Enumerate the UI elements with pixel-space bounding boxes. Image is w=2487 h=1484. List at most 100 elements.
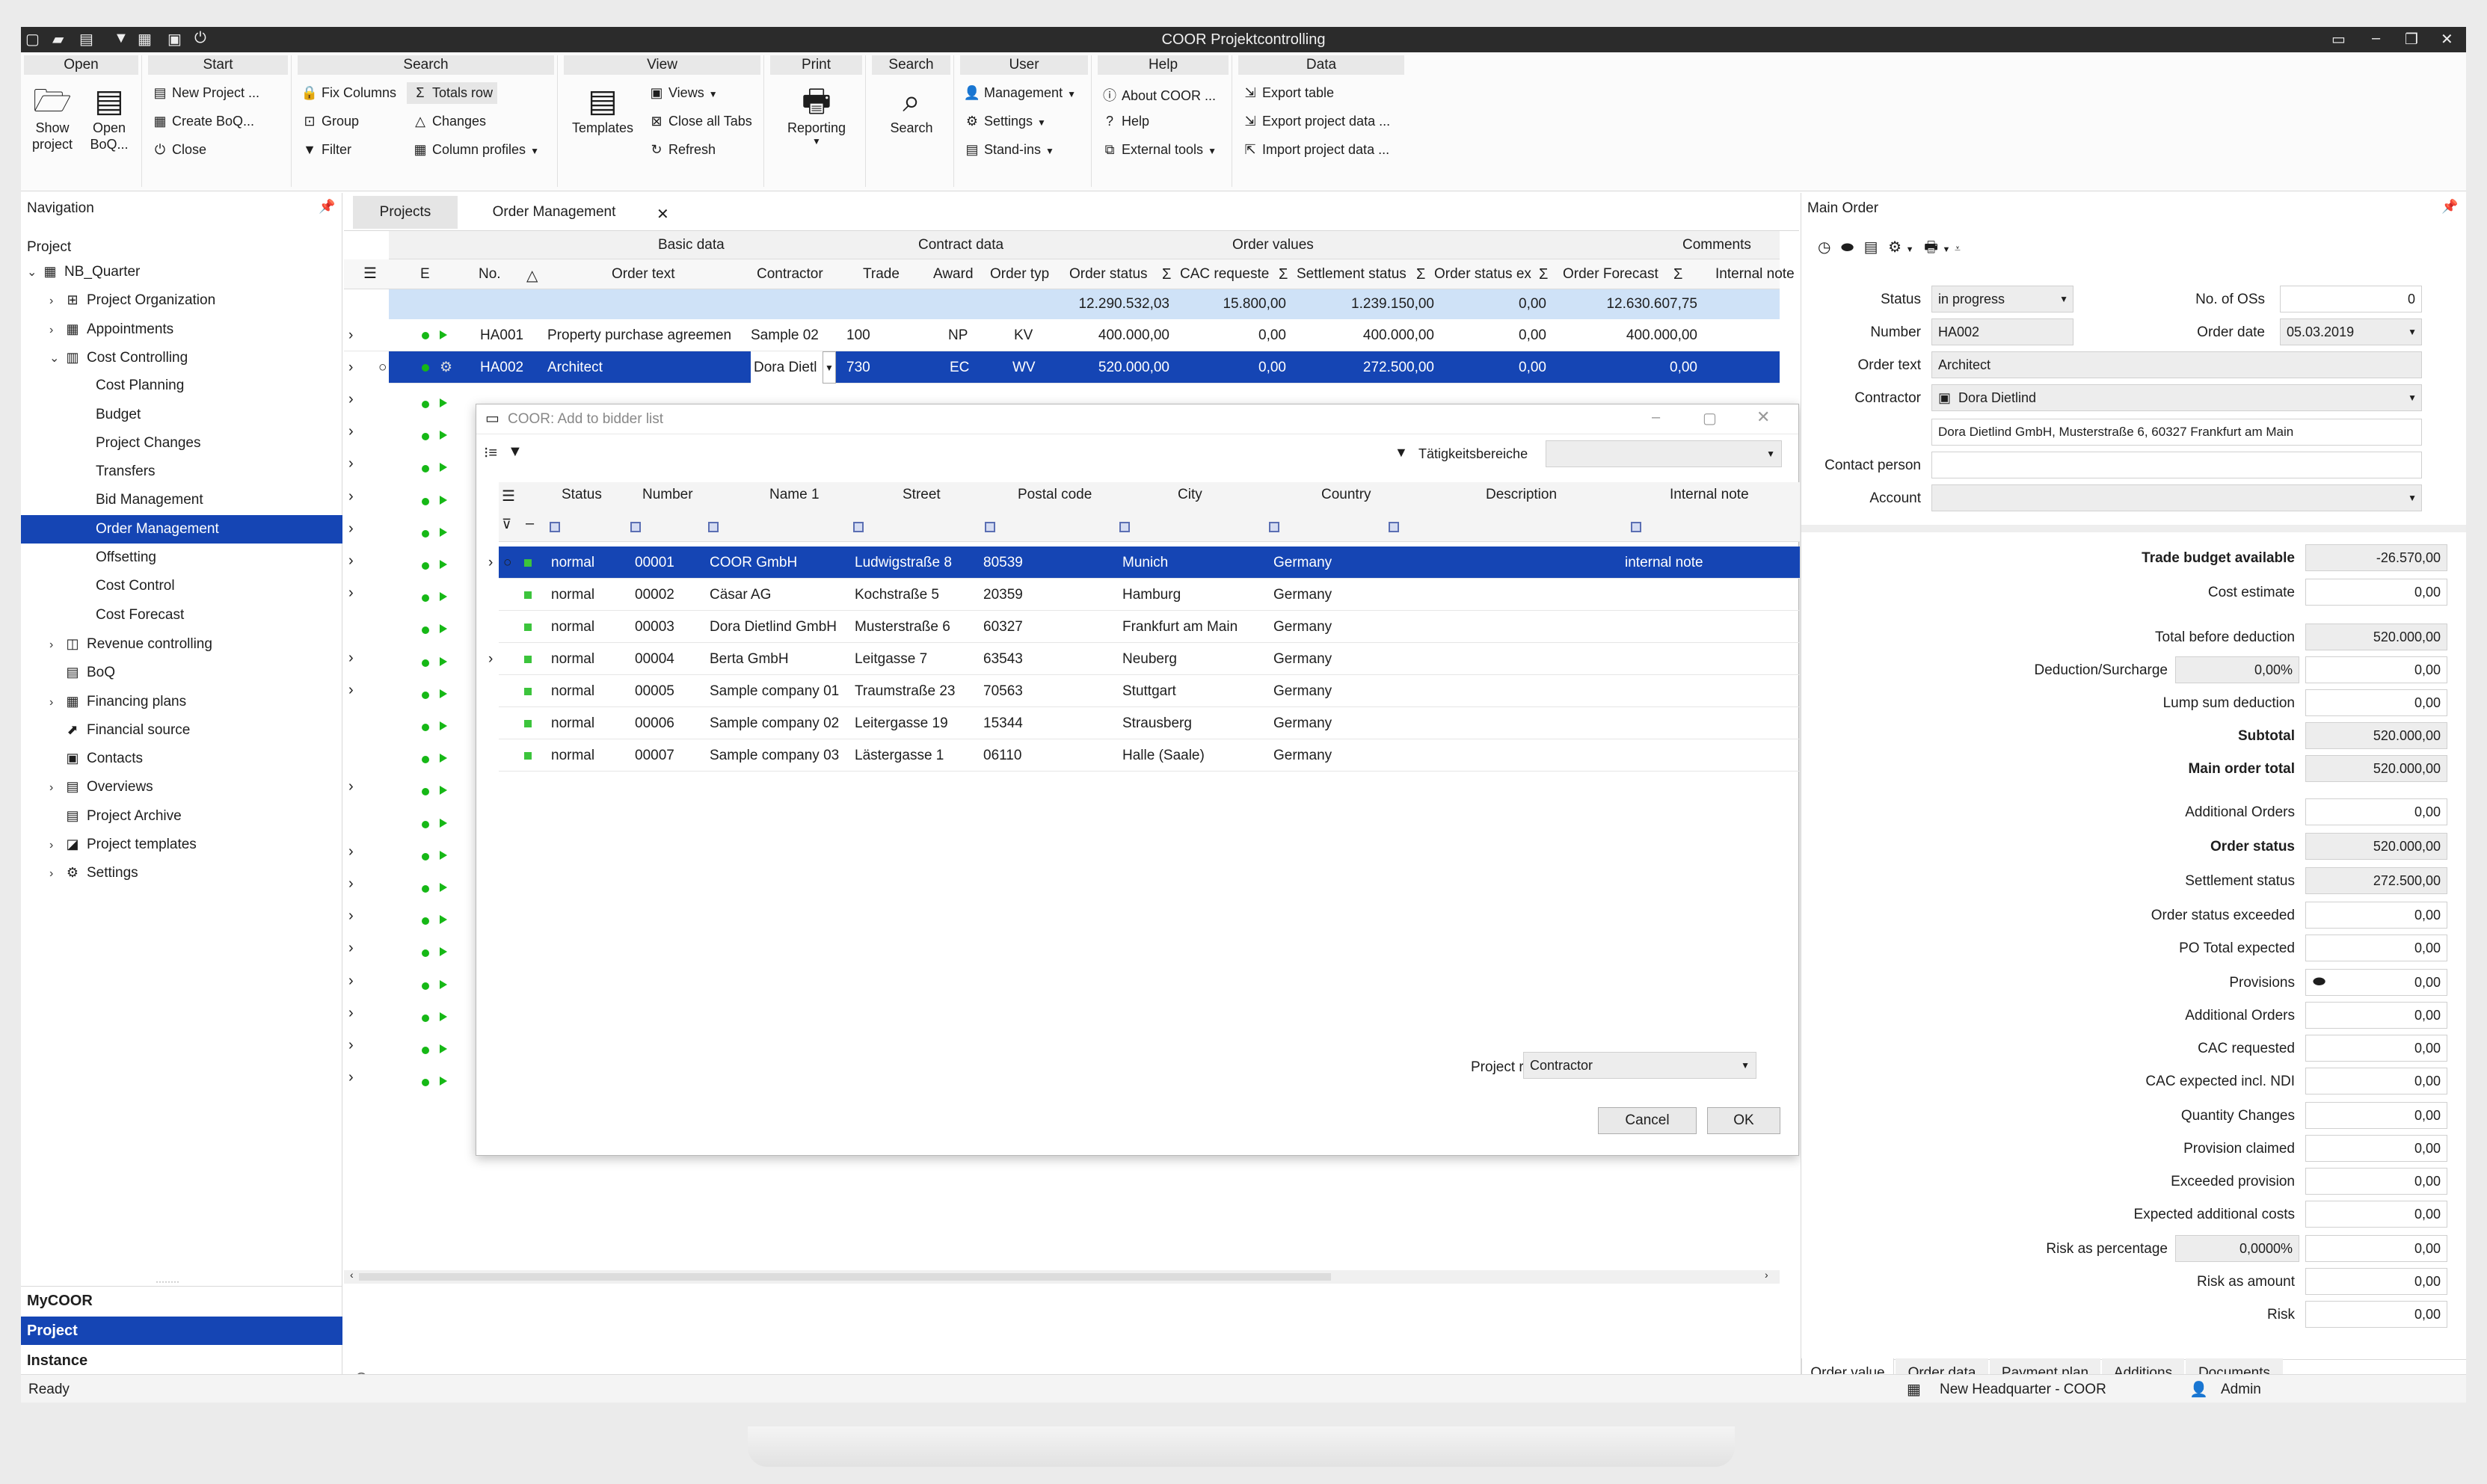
expand-icon[interactable]: › — [49, 689, 64, 717]
value-field[interactable]: 0,00 — [2305, 969, 2447, 996]
nav-item-bid-management[interactable]: Bid Management — [21, 486, 342, 514]
calculator-icon[interactable]: ▤ — [1864, 239, 1878, 256]
value-field[interactable]: 520.000,00 — [2305, 624, 2447, 650]
reporting-button[interactable]: 🖶 Reporting ▼ — [775, 82, 858, 147]
scrollbar-thumb[interactable] — [359, 1273, 1331, 1281]
value-field[interactable]: 272.500,00 — [2305, 867, 2447, 894]
value-field[interactable]: 520.000,00 — [2305, 833, 2447, 860]
expand-icon[interactable]: › — [49, 287, 64, 315]
views-button[interactable]: ▣ Views ▼ — [648, 85, 717, 101]
expand-icon[interactable]: › — [348, 423, 354, 440]
row-marker[interactable] — [344, 804, 449, 836]
expand-icon[interactable]: › — [348, 488, 354, 505]
value-field[interactable]: 0,00 — [2305, 656, 2447, 683]
col-no[interactable]: No. — [479, 266, 501, 283]
expand-icon[interactable]: › — [348, 351, 353, 384]
row-marker[interactable]: › — [344, 642, 449, 674]
expand-icon[interactable]: › — [348, 1005, 354, 1022]
col-order-forecast[interactable]: Order Forecast — [1563, 266, 1658, 283]
row-marker[interactable]: › — [344, 997, 449, 1029]
form-splitter[interactable] — [1801, 525, 2466, 532]
minimize-icon[interactable]: – — [2372, 30, 2380, 47]
status-select[interactable]: in progress ▼ — [1931, 286, 2073, 312]
value-field[interactable]: 0,00 — [2305, 1268, 2447, 1295]
footer-mycoor[interactable]: MyCOOR — [27, 1293, 93, 1310]
tree-view-icon[interactable]: ⁝≡ — [484, 443, 497, 462]
expand-icon[interactable]: › — [49, 774, 64, 802]
order-text-field[interactable]: Architect — [1931, 351, 2422, 378]
filter-cell-icon[interactable] — [853, 518, 864, 535]
nav-item-revenue-controlling[interactable]: › ◫ Revenue controlling — [21, 629, 342, 658]
footer-instance[interactable]: Instance — [27, 1352, 87, 1370]
export-project-data-button[interactable]: ⇲ Export project data ... — [1241, 114, 1390, 129]
filter-cell-icon[interactable] — [985, 518, 995, 535]
external-tools-button[interactable]: ⧉ External tools ▼ — [1101, 142, 1217, 158]
account-select[interactable]: ▼ — [1931, 484, 2422, 511]
expand-icon[interactable]: › — [49, 631, 64, 659]
filter-cell-icon[interactable] — [1269, 518, 1279, 535]
value-field[interactable]: 0,00 — [2305, 798, 2447, 825]
nav-item-boq[interactable]: ▤ BoQ — [21, 658, 342, 686]
expand-icon[interactable]: › — [348, 552, 354, 570]
value-field[interactable]: 0,00 — [2305, 1201, 2447, 1228]
row-marker[interactable]: › — [344, 577, 449, 609]
col-contractor[interactable]: Contractor — [757, 266, 823, 283]
nav-item-cost-forecast[interactable]: Cost Forecast — [21, 601, 342, 629]
pin-icon[interactable]: 📌 — [2441, 199, 2458, 215]
minus-icon[interactable]: – — [526, 515, 534, 532]
row-marker[interactable]: › — [344, 416, 449, 448]
chevron-down-icon[interactable]: ▼ — [1943, 245, 1951, 254]
nav-item-order-management[interactable]: Order Management — [21, 514, 342, 544]
scroll-left-icon[interactable]: ‹ — [350, 1269, 354, 1281]
value-field[interactable]: 0,00 — [2305, 1235, 2447, 1262]
tab-projects[interactable]: Projects — [353, 196, 458, 229]
percent-field[interactable]: 0,00% — [2175, 656, 2299, 683]
filter-cell-icon[interactable] — [1119, 518, 1130, 535]
row-marker[interactable]: › — [344, 448, 449, 480]
stand-ins-button[interactable]: ▤ Stand-ins ▼ — [963, 142, 1054, 158]
col-settlement-status[interactable]: Settlement status — [1297, 266, 1407, 283]
maximize-icon[interactable]: ❐ — [2405, 30, 2418, 49]
row-marker[interactable]: › — [344, 868, 449, 900]
filter-clear-icon[interactable]: ⊽ — [502, 517, 511, 532]
chevron-down-icon[interactable]: ▼ — [1906, 245, 1914, 254]
col-city[interactable]: City — [1178, 487, 1202, 503]
col-country[interactable]: Country — [1321, 487, 1371, 503]
nav-item-contacts[interactable]: ▣ Contacts — [21, 744, 342, 772]
cell-contractor-editor[interactable]: Dora Dietl — [751, 351, 823, 384]
expand-icon[interactable]: › — [348, 455, 354, 472]
row-marker[interactable]: › — [344, 1062, 449, 1094]
maximize-icon[interactable]: ▢ — [1703, 409, 1717, 428]
row-marker[interactable]: › — [344, 932, 449, 964]
scroll-right-icon[interactable]: › — [1765, 1269, 1768, 1281]
nav-item-financial-source[interactable]: ⬈ Financial source — [21, 715, 342, 744]
cancel-button[interactable]: Cancel — [1598, 1107, 1697, 1134]
col-postal-code[interactable]: Postal code — [1018, 487, 1092, 503]
row-marker[interactable] — [344, 609, 449, 641]
help-button[interactable]: ? Help — [1101, 114, 1149, 129]
collapse-icon[interactable]: ⌄ — [49, 345, 64, 373]
expand-icon[interactable]: › — [348, 1069, 354, 1086]
totals-row-button[interactable]: Σ Totals row — [407, 82, 498, 104]
number-field[interactable]: HA002 — [1931, 318, 2073, 345]
expand-icon[interactable]: › — [348, 585, 354, 602]
expand-icon[interactable]: › — [348, 778, 354, 795]
settings-button[interactable]: ⚙ Settings ▼ — [963, 114, 1046, 129]
coin-icon[interactable]: ⬬ — [1841, 239, 1854, 256]
order-date-field[interactable]: 05.03.2019 ▼ — [2280, 318, 2422, 345]
no-of-os-field[interactable]: 0 — [2280, 286, 2422, 312]
export-table-button[interactable]: ⇲ Export table — [1241, 85, 1334, 101]
row-marker[interactable]: › — [344, 771, 449, 803]
create-boq-button[interactable]: ▦ Create BoQ... — [151, 114, 254, 129]
filter-cell-icon[interactable] — [1631, 518, 1641, 535]
filter-icon[interactable]: ▼ — [508, 443, 523, 461]
filter-clear-icon[interactable]: ▼ — [1395, 445, 1408, 461]
collapse-icon[interactable]: ⌄ — [27, 259, 42, 287]
nav-item-cost-control[interactable]: Cost Control — [21, 572, 342, 600]
value-field[interactable]: -26.570,00 — [2305, 544, 2447, 571]
ok-button[interactable]: OK — [1707, 1107, 1780, 1134]
filter-cell-icon[interactable] — [630, 518, 641, 535]
row-marker[interactable] — [344, 706, 449, 739]
pin-icon[interactable]: 📌 — [319, 199, 335, 215]
dialog-row[interactable]: › normal 00004 Berta GmbH Leitgasse 7 63543 Ne… — [488, 643, 1800, 675]
